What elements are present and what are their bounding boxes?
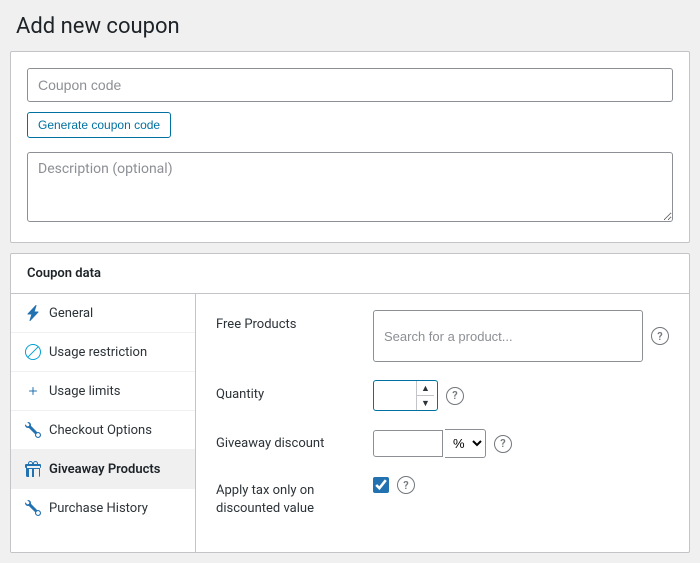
gift-icon [25, 461, 41, 477]
giveaway-type-select[interactable]: % $ [445, 429, 486, 458]
apply-tax-control: ? [373, 476, 669, 494]
sidebar-label-usage-limits: Usage limits [49, 384, 120, 399]
main-content-area: Free Products ? Quantity 1 ▲ [196, 294, 689, 552]
quantity-spinners: ▲ ▼ [416, 381, 434, 410]
sidebar-label-checkout-options: Checkout Options [49, 423, 152, 438]
sidebar-label-giveaway-products: Giveaway Products [49, 462, 160, 477]
plus-icon [25, 383, 41, 399]
quantity-label: Quantity [216, 380, 361, 404]
giveaway-discount-row: Giveaway discount 00.00 % $ ? [216, 429, 669, 458]
apply-tax-row: Apply tax only on discounted value ? [216, 476, 669, 518]
sidebar-item-usage-limits[interactable]: Usage limits [11, 372, 195, 411]
page-header: Add new coupon [0, 0, 700, 51]
bolt-icon [25, 305, 41, 321]
sidebar-item-giveaway-products[interactable]: Giveaway Products [11, 450, 195, 489]
free-products-row: Free Products ? [216, 310, 669, 362]
wrench-icon [25, 422, 41, 438]
quantity-input[interactable]: 1 [374, 383, 416, 408]
sidebar-item-checkout-options[interactable]: Checkout Options [11, 411, 195, 450]
free-products-control: ? [373, 310, 669, 362]
giveaway-discount-label: Giveaway discount [216, 429, 361, 453]
description-textarea[interactable] [27, 152, 673, 222]
generate-coupon-button[interactable]: Generate coupon code [27, 112, 171, 138]
free-products-help-icon: ? [651, 327, 669, 345]
coupon-code-card: Generate coupon code [10, 51, 690, 243]
giveaway-amount-input[interactable]: 00.00 [373, 430, 443, 457]
giveaway-discount-help-icon: ? [494, 435, 512, 453]
page-wrapper: Add new coupon Generate coupon code Coup… [0, 0, 700, 553]
apply-tax-help-icon: ? [397, 476, 415, 494]
quantity-decrement-button[interactable]: ▼ [417, 396, 434, 410]
quantity-help-icon: ? [446, 387, 464, 405]
sidebar-item-general[interactable]: General [11, 294, 195, 333]
free-products-label: Free Products [216, 310, 361, 334]
history-icon [25, 500, 41, 516]
coupon-data-body: General Usage restriction [11, 294, 689, 552]
quantity-control: 1 ▲ ▼ ? [373, 380, 669, 411]
apply-tax-checkbox[interactable] [373, 477, 389, 493]
giveaway-discount-control: 00.00 % $ ? [373, 429, 669, 458]
sidebar-label-usage-restriction: Usage restriction [49, 345, 147, 360]
apply-tax-label: Apply tax only on discounted value [216, 476, 361, 518]
sidebar-label-general: General [49, 306, 93, 321]
page-title: Add new coupon [16, 14, 684, 39]
quantity-row: Quantity 1 ▲ ▼ ? [216, 380, 669, 411]
sidebar-nav: General Usage restriction [11, 294, 196, 552]
sidebar-item-purchase-history[interactable]: Purchase History [11, 489, 195, 527]
giveaway-inputs-wrapper: 00.00 % $ [373, 429, 486, 458]
quantity-increment-button[interactable]: ▲ [417, 381, 434, 395]
sidebar-label-purchase-history: Purchase History [49, 501, 148, 516]
ban-icon [25, 344, 41, 360]
coupon-data-header: Coupon data [11, 254, 689, 294]
coupon-code-input[interactable] [27, 68, 673, 102]
quantity-input-wrapper: 1 ▲ ▼ [373, 380, 438, 411]
coupon-data-title: Coupon data [27, 266, 101, 281]
sidebar-item-usage-restriction[interactable]: Usage restriction [11, 333, 195, 372]
coupon-data-card: Coupon data General [10, 253, 690, 553]
free-products-search-input[interactable] [373, 310, 643, 362]
